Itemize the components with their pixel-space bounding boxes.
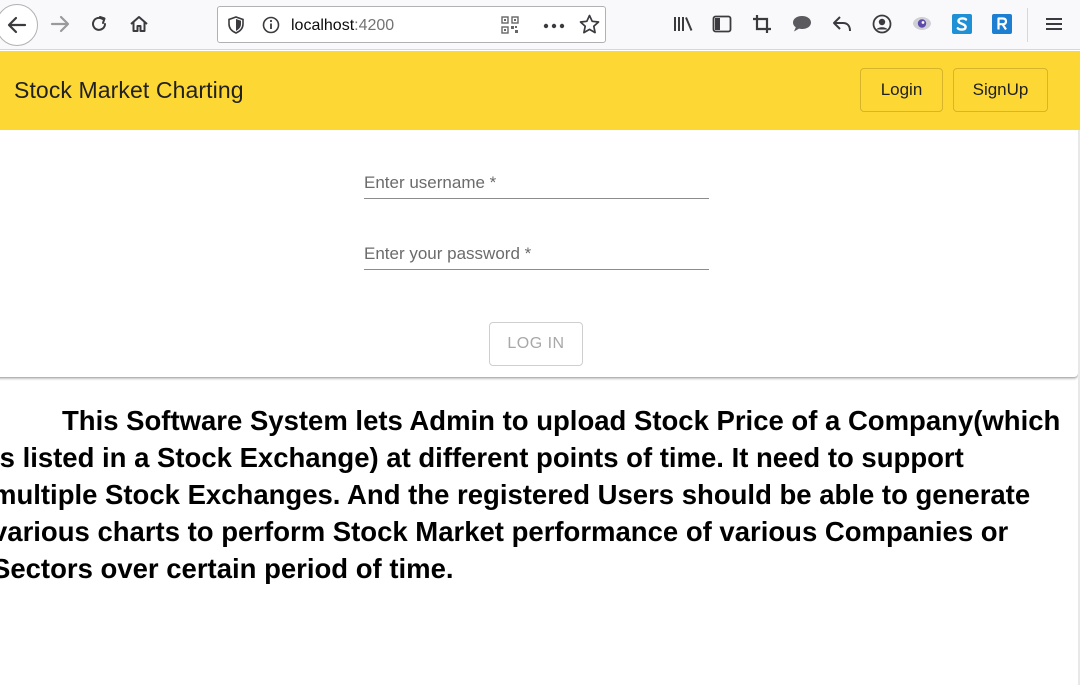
qr-code-icon[interactable] [501,16,519,34]
password-input[interactable] [364,234,709,269]
login-card: LOG IN [0,130,1078,377]
chat-extension-button[interactable] [783,5,821,43]
reload-button[interactable] [80,5,118,43]
library-button[interactable] [664,5,702,43]
star-icon[interactable] [579,14,600,35]
address-bar[interactable]: localhost:4200 [217,6,606,43]
account-circle-icon [872,14,892,34]
toolbar-separator [1027,8,1028,42]
info-icon[interactable] [262,16,280,34]
menu-button[interactable] [1035,5,1073,43]
shield-icon[interactable] [228,16,244,34]
username-field[interactable] [364,163,709,199]
back-arrow-icon [7,16,27,34]
home-button[interactable] [120,5,158,43]
eye-extension-button[interactable] [903,5,941,43]
sidebar-button[interactable] [703,5,741,43]
signup-nav-button[interactable]: SignUp [953,68,1048,112]
r-extension-icon [992,14,1012,34]
speech-bubble-icon [793,16,811,32]
library-icon [674,17,693,31]
extension-eye-icon [913,17,931,30]
app-title: Stock Market Charting [14,77,244,103]
r-extension-button[interactable] [983,5,1021,43]
sidebar-icon [712,15,732,33]
url-host: localhost [291,17,355,34]
app-description: This Software System lets Admin to uploa… [0,405,1061,584]
hamburger-menu-icon [1046,18,1062,30]
url-text[interactable]: localhost:4200 [291,17,394,35]
password-field[interactable] [364,234,709,270]
forward-arrow-icon [50,15,70,33]
back-button[interactable] [0,4,38,46]
login-nav-button[interactable]: Login [860,68,943,112]
undo-arrow-icon [833,16,851,32]
browser-toolbar: localhost:4200 [0,0,1080,50]
app-header: Stock Market Charting Login SignUp [0,51,1080,130]
reload-icon [92,16,106,31]
forward-button[interactable] [41,5,79,43]
screenshot-button[interactable] [743,5,781,43]
username-input[interactable] [364,163,709,198]
s-extension-icon [952,14,972,34]
s-extension-button[interactable] [943,5,981,43]
login-submit-button[interactable]: LOG IN [489,322,583,366]
home-icon [130,16,148,32]
account-button[interactable] [863,5,901,43]
more-horizontal-icon[interactable] [543,23,565,29]
url-port: :4200 [354,17,395,34]
crop-icon [753,15,771,33]
undo-button[interactable] [823,5,861,43]
